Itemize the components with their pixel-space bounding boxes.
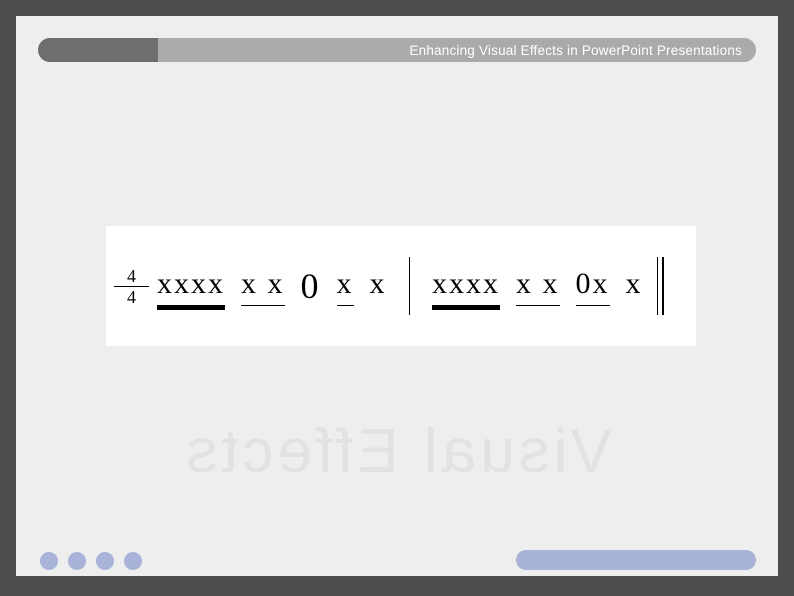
notation-measures: xxxx x x 0 x x xxxx x x 0x x [149,257,696,315]
timesig-numerator: 4 [114,267,149,285]
m1-group-1: xxxx [157,267,225,306]
m2-group-2: x x [516,267,560,306]
m2-group-1: xxxx [432,267,500,306]
header-accent-block [38,38,158,62]
m2-free-note: x [626,267,643,305]
barline-icon [409,257,411,315]
slide-canvas: Enhancing Visual Effects in PowerPoint P… [16,16,778,576]
pager-dot[interactable] [68,552,86,570]
pager-dot[interactable] [96,552,114,570]
m2-rest-group: 0x [576,267,610,306]
pager-dot[interactable] [40,552,58,570]
content-box: 4 4 xxxx x x 0 x x xxxx x x 0x x [106,226,696,346]
timesig-denominator: 4 [114,286,149,306]
final-barline-icon [657,257,664,315]
m1-group-3: x [337,267,354,306]
slide-header-bar: Enhancing Visual Effects in PowerPoint P… [38,38,756,62]
time-signature: 4 4 [114,267,149,306]
app-frame: Enhancing Visual Effects in PowerPoint P… [0,0,794,596]
m1-rest: 0 [301,272,321,305]
slide-title: Enhancing Visual Effects in PowerPoint P… [158,43,756,58]
frame-bottom-strip [0,578,794,596]
footer-accent-pill [516,550,756,570]
watermark-text: Visual Effects [16,416,778,487]
pager-dot[interactable] [124,552,142,570]
pager-dots [40,552,142,570]
m1-group-2: x x [241,267,285,306]
m1-free-note: x [370,267,387,305]
